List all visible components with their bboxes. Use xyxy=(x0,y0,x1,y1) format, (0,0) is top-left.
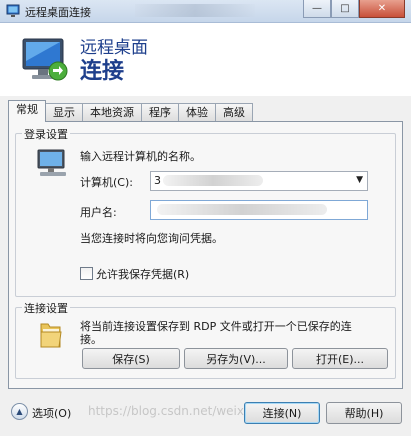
logon-settings-group: 登录设置 输入远程计算机的名称。 计算机(C): 3 ▼ 用户名: 当您连接时将… xyxy=(15,126,396,297)
connection-settings-legend: 连接设置 xyxy=(22,300,70,316)
tab-strip: 常规 显示 本地资源 程序 体验 高级 xyxy=(8,100,253,122)
title-bar[interactable]: 远程桌面连接 — □ ✕ xyxy=(0,0,411,23)
computer-value: 3 xyxy=(154,174,161,187)
save-credentials-checkbox[interactable] xyxy=(80,267,93,280)
maximize-button[interactable]: □ xyxy=(331,0,359,18)
username-label: 用户名: xyxy=(80,206,117,219)
general-tab-panel: 登录设置 输入远程计算机的名称。 计算机(C): 3 ▼ 用户名: 当您连接时将… xyxy=(8,121,403,389)
chevron-down-icon[interactable]: ▼ xyxy=(356,175,363,185)
open-button[interactable]: 打开(E)... xyxy=(292,348,388,369)
remote-desktop-monitor-icon xyxy=(22,38,68,81)
options-label[interactable]: 选项(O) xyxy=(32,405,71,421)
tab-display[interactable]: 显示 xyxy=(45,103,83,122)
window-title: 远程桌面连接 xyxy=(25,6,91,19)
save-button[interactable]: 保存(S) xyxy=(82,348,180,369)
close-button[interactable]: ✕ xyxy=(359,0,405,18)
help-button[interactable]: 帮助(H) xyxy=(326,402,402,424)
save-credentials-label[interactable]: 允许我保存凭据(R) xyxy=(96,266,189,282)
computer-name-prompt: 输入远程计算机的名称。 xyxy=(80,150,201,163)
computer-combobox[interactable]: 3 ▼ xyxy=(150,171,368,191)
minimize-button[interactable]: — xyxy=(303,0,331,18)
folder-icon xyxy=(40,323,62,348)
tab-programs[interactable]: 程序 xyxy=(141,103,179,122)
connection-description-line1: 将当前连接设置保存到 RDP 文件或打开一个已保存的连 xyxy=(80,320,352,333)
remote-desktop-window: 远程桌面连接 — □ ✕ 远程桌面 连接 常规 显示 本地资源 程序 体验 高级… xyxy=(0,0,411,436)
computer-icon xyxy=(37,149,66,176)
connect-button[interactable]: 连接(N) xyxy=(244,402,320,424)
computer-label: 计算机(C): xyxy=(80,176,133,189)
tab-experience[interactable]: 体验 xyxy=(178,103,216,122)
logon-settings-legend: 登录设置 xyxy=(22,126,70,142)
save-as-button[interactable]: 另存为(V)... xyxy=(184,348,288,369)
banner: 远程桌面 连接 xyxy=(0,23,411,96)
connection-description-line2: 接。 xyxy=(80,333,102,346)
options-toggle[interactable]: ▲ xyxy=(11,403,28,420)
connection-settings-group: 连接设置 将当前连接设置保存到 RDP 文件或打开一个已保存的连 接。 保存(S… xyxy=(15,300,396,379)
banner-title-line2: 连接 xyxy=(80,59,125,84)
tab-local-resources[interactable]: 本地资源 xyxy=(82,103,142,122)
title-bar-blur xyxy=(135,4,255,17)
credential-note: 当您连接时将向您询问凭据。 xyxy=(80,232,223,245)
computer-value-blur xyxy=(163,175,263,186)
remote-desktop-app-icon xyxy=(6,4,20,17)
tab-advanced[interactable]: 高级 xyxy=(215,103,253,122)
caption-buttons: — □ ✕ xyxy=(303,0,405,18)
tab-general[interactable]: 常规 xyxy=(8,100,46,122)
chevron-up-icon: ▲ xyxy=(16,407,23,416)
username-input[interactable] xyxy=(150,200,368,220)
username-value-blur xyxy=(157,204,327,215)
